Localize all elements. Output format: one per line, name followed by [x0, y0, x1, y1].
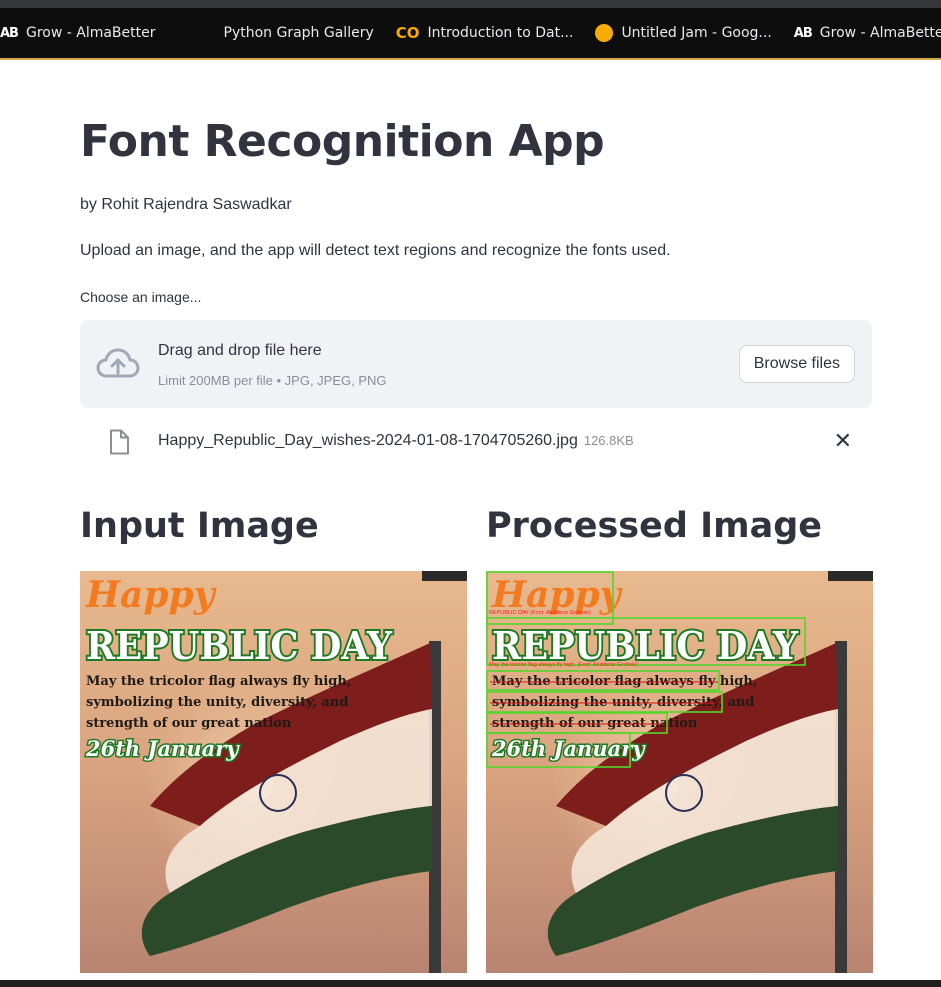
author-text: by Rohit Rajendra Saswadkar: [80, 196, 292, 213]
processed-date: 26th January: [491, 736, 646, 761]
colab-icon: CO: [395, 24, 420, 42]
bookmark-python-graph-gallery[interactable]: Python Graph Gallery: [202, 25, 374, 41]
bookmark-label: Python Graph Gallery: [223, 25, 374, 41]
poster-line1: May the tricolor flag always fly high,: [86, 674, 351, 689]
poster-happy: Happy: [85, 574, 217, 616]
almabetter-icon: AB: [793, 25, 813, 41]
file-icon: [108, 429, 130, 460]
file-name-wrap: Happy_Republic_Day_wishes-2024-01-08-170…: [158, 432, 634, 450]
page-title: Font Recognition App: [80, 116, 605, 167]
bookmark-label: Grow - AlmaBetter: [819, 25, 941, 41]
bookmark-untitled-jam[interactable]: Untitled Jam - Goog...: [595, 24, 772, 42]
remove-file-button[interactable]: ✕: [834, 428, 852, 454]
poster-republic: REPUBLIC DAY: [86, 623, 393, 668]
dropzone-limit: Limit 200MB per file • JPG, JPEG, PNG: [158, 373, 387, 388]
poster-line2: symbolizing the unity, diversity, and: [86, 695, 348, 710]
dropzone-instruction: Drag and drop file here: [158, 342, 322, 359]
file-name: Happy_Republic_Day_wishes-2024-01-08-170…: [158, 432, 578, 449]
bookmark-label: Untitled Jam - Goog...: [621, 25, 772, 41]
font-label: May the tricolor flag always fly high, (…: [489, 662, 638, 668]
browse-files-button[interactable]: Browse files: [738, 345, 855, 383]
processed-image-title: Processed Image: [486, 506, 822, 546]
bottom-border: [0, 980, 941, 987]
file-size: 126.8KB: [583, 433, 634, 448]
jamboard-icon: [595, 24, 614, 42]
uploaded-file-row: Happy_Republic_Day_wishes-2024-01-08-170…: [80, 424, 872, 460]
uploader-label: Choose an image...: [80, 289, 202, 305]
input-image: Happy REPUBLIC DAY May the tricolor flag…: [80, 571, 467, 973]
bookmark-grow-almabetter-2[interactable]: AB Grow - AlmaBetter: [794, 25, 941, 41]
font-label: REPUBLIC DAY (Font: Akzidenz Grotesk): [489, 610, 591, 616]
processed-image: Happy REPUBLIC DAY May the tricolor flag…: [486, 571, 873, 973]
upload-cloud-icon: [96, 347, 140, 386]
almabetter-icon: AB: [0, 25, 19, 41]
bookmark-label: Introduction to Dat...: [427, 25, 574, 41]
description-text: Upload an image, and the app will detect…: [80, 242, 671, 259]
bookmarks-bar: AB Grow - AlmaBetter Python Graph Galler…: [0, 8, 941, 60]
bookmark-grow-almabetter-1[interactable]: AB Grow - AlmaBetter: [0, 25, 156, 41]
poster-line3: strength of our great nation: [86, 716, 292, 731]
input-image-title: Input Image: [80, 506, 319, 546]
file-dropzone[interactable]: Drag and drop file here Limit 200MB per …: [80, 320, 872, 408]
poster-date: 26th January: [85, 736, 240, 761]
bookmark-introduction[interactable]: CO Introduction to Dat...: [396, 24, 574, 42]
browser-top-strip: [0, 0, 941, 8]
bookmark-label: Grow - AlmaBetter: [25, 25, 156, 41]
